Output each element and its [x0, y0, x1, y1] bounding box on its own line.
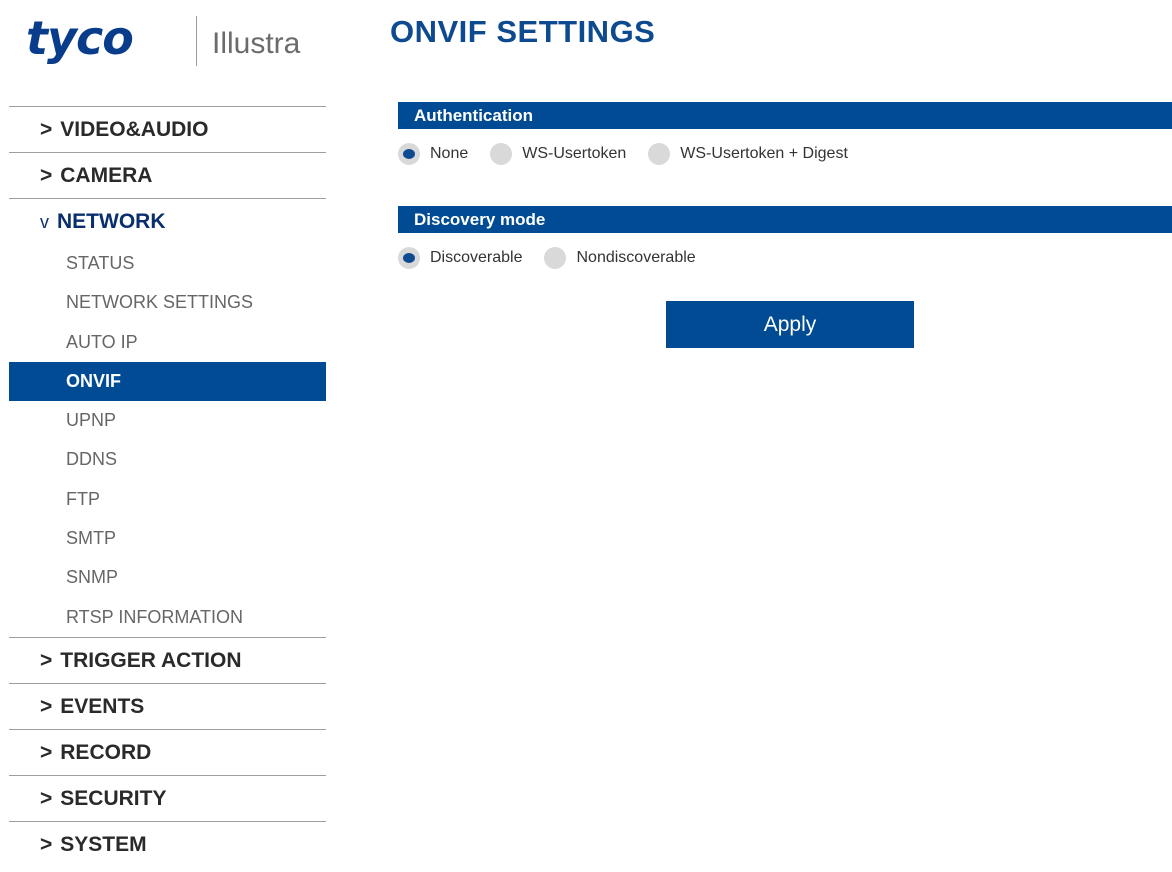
discovery-radio-group: Discoverable Nondiscoverable	[398, 246, 718, 270]
sidebar-item-label: SECURITY	[60, 786, 167, 810]
sidebar-item-label: CAMERA	[60, 164, 153, 187]
discovery-mode-header: Discovery mode	[398, 206, 1172, 233]
sidebar-item-label: TRIGGER ACTION	[60, 648, 242, 672]
nondiscoverable-radio[interactable]: Nondiscoverable	[544, 247, 696, 269]
auth-none-radio[interactable]: None	[398, 143, 468, 165]
radio-checked-icon	[398, 247, 420, 269]
sidebar-item-record[interactable]: > RECORD	[9, 728, 326, 775]
sidebar-item-label: SYSTEM	[60, 832, 147, 856]
sidebar-item-camera[interactable]: > CAMERA	[9, 152, 326, 198]
radio-unchecked-icon	[490, 143, 513, 165]
sidebar-item-label: RECORD	[60, 740, 152, 764]
logo-divider	[196, 16, 197, 66]
sidebar-subitem-smtp[interactable]: SMTP	[9, 519, 326, 558]
chevron-right-icon: >	[40, 740, 53, 764]
sidebar-item-security[interactable]: > SECURITY	[9, 774, 326, 821]
page-title: ONVIF SETTINGS	[390, 14, 656, 49]
radio-unchecked-icon	[544, 247, 567, 269]
sidebar-subitem-onvif[interactable]: ONVIF	[9, 361, 326, 402]
radio-label: WS-Usertoken	[522, 145, 627, 162]
sidebar-subitem-upnp[interactable]: UPNP	[9, 401, 326, 440]
sidebar-item-events[interactable]: > EVENTS	[9, 682, 326, 729]
radio-unchecked-icon	[648, 143, 671, 165]
logo: tyco Illustra	[26, 8, 326, 72]
sidebar-item-label: VIDEO&AUDIO	[60, 118, 209, 141]
radio-label: Discoverable	[430, 249, 523, 266]
auth-ws-usertoken-digest-radio[interactable]: WS-Usertoken + Digest	[648, 143, 848, 165]
sidebar-subitem-rtsp-information[interactable]: RTSP INFORMATION	[9, 598, 326, 637]
sidebar-nav: > VIDEO&AUDIO > CAMERA v NETWORK STATUS NET…	[9, 106, 326, 867]
sidebar-subitem-auto-ip[interactable]: AUTO IP	[9, 323, 326, 362]
chevron-right-icon: >	[40, 786, 53, 810]
radio-label: WS-Usertoken + Digest	[680, 145, 848, 162]
sidebar-item-label: EVENTS	[60, 694, 145, 718]
sidebar-item-system[interactable]: > SYSTEM	[9, 820, 326, 867]
chevron-right-icon: >	[40, 832, 53, 856]
authentication-radio-group: None WS-Usertoken WS-Usertoken + Digest	[398, 142, 870, 166]
sidebar-item-network[interactable]: v NETWORK	[9, 198, 326, 244]
radio-checked-icon	[398, 143, 420, 165]
brand-logo-text: tyco	[26, 11, 134, 65]
sidebar-subitem-ddns[interactable]: DDNS	[9, 440, 326, 479]
discoverable-radio[interactable]: Discoverable	[398, 247, 522, 269]
sidebar-subitem-network-settings[interactable]: NETWORK SETTINGS	[9, 283, 326, 322]
sidebar-item-label: NETWORK	[57, 210, 166, 233]
radio-label: Nondiscoverable	[576, 249, 696, 266]
chevron-right-icon: >	[40, 648, 53, 672]
radio-label: None	[430, 145, 469, 162]
sidebar-subitem-status[interactable]: STATUS	[9, 244, 326, 283]
chevron-down-icon: v	[40, 212, 49, 232]
chevron-right-icon: >	[40, 118, 53, 141]
sidebar-subitem-ftp[interactable]: FTP	[9, 480, 326, 519]
auth-ws-usertoken-radio[interactable]: WS-Usertoken	[490, 143, 626, 165]
product-logo-text: Illustra	[212, 27, 301, 60]
chevron-right-icon: >	[40, 164, 53, 187]
sidebar-subitem-snmp[interactable]: SNMP	[9, 558, 326, 597]
authentication-header: Authentication	[398, 102, 1172, 129]
sidebar-item-video-audio[interactable]: > VIDEO&AUDIO	[9, 106, 326, 152]
chevron-right-icon: >	[40, 694, 53, 718]
sidebar-item-trigger-action[interactable]: > TRIGGER ACTION	[9, 636, 326, 683]
apply-button[interactable]: Apply	[666, 301, 914, 348]
